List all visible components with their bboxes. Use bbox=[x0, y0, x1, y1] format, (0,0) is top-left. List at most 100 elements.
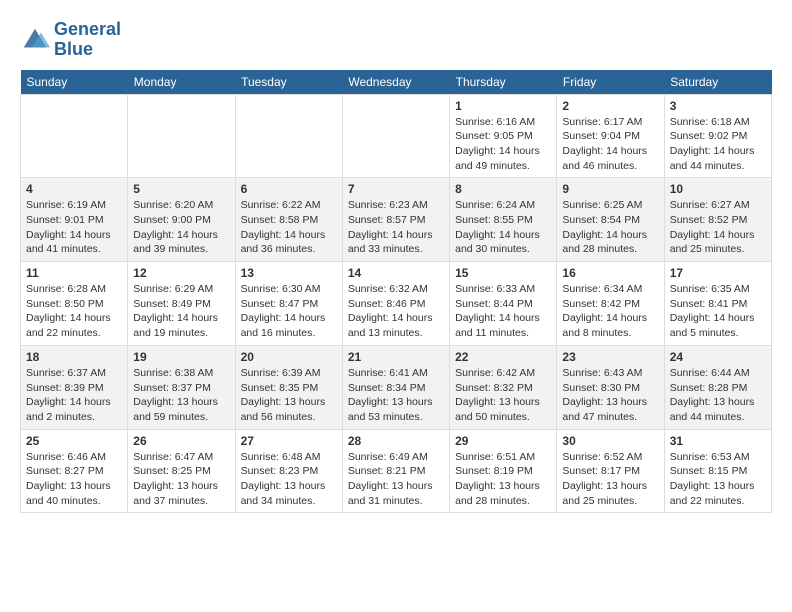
weekday-header-monday: Monday bbox=[128, 70, 235, 95]
calendar-week-1: 1 Sunrise: 6:16 AM Sunset: 9:05 PM Daylig… bbox=[21, 94, 772, 178]
calendar-cell: 6 Sunrise: 6:22 AM Sunset: 8:58 PM Daylig… bbox=[235, 178, 342, 262]
day-info: Sunrise: 6:19 AM Sunset: 9:01 PM Dayligh… bbox=[26, 198, 122, 257]
day-info: Sunrise: 6:53 AM Sunset: 8:15 PM Dayligh… bbox=[670, 450, 766, 509]
day-info: Sunrise: 6:47 AM Sunset: 8:25 PM Dayligh… bbox=[133, 450, 229, 509]
calendar-cell: 31Sunrise: 6:53 AM Sunset: 8:15 PM Dayli… bbox=[664, 429, 771, 513]
day-number: 26 bbox=[133, 434, 229, 448]
day-number: 14 bbox=[348, 266, 444, 280]
day-info: Sunrise: 6:37 AM Sunset: 8:39 PM Dayligh… bbox=[26, 366, 122, 425]
calendar-cell bbox=[128, 94, 235, 178]
day-info: Sunrise: 6:30 AM Sunset: 8:47 PM Dayligh… bbox=[241, 282, 337, 341]
calendar-cell: 16Sunrise: 6:34 AM Sunset: 8:42 PM Dayli… bbox=[557, 262, 664, 346]
day-number: 23 bbox=[562, 350, 658, 364]
weekday-header-wednesday: Wednesday bbox=[342, 70, 449, 95]
day-number: 21 bbox=[348, 350, 444, 364]
logo-icon bbox=[20, 25, 50, 55]
calendar-cell: 12Sunrise: 6:29 AM Sunset: 8:49 PM Dayli… bbox=[128, 262, 235, 346]
day-info: Sunrise: 6:33 AM Sunset: 8:44 PM Dayligh… bbox=[455, 282, 551, 341]
calendar-cell: 28 Sunrise: 6:49 AM Sunset: 8:21 PM Dayli… bbox=[342, 429, 449, 513]
day-info: Sunrise: 6:16 AM Sunset: 9:05 PM Dayligh… bbox=[455, 115, 551, 174]
day-number: 24 bbox=[670, 350, 766, 364]
day-number: 30 bbox=[562, 434, 658, 448]
day-info: Sunrise: 6:17 AM Sunset: 9:04 PM Dayligh… bbox=[562, 115, 658, 174]
day-info: Sunrise: 6:28 AM Sunset: 8:50 PM Dayligh… bbox=[26, 282, 122, 341]
calendar-cell: 18 Sunrise: 6:37 AM Sunset: 8:39 PM Dayli… bbox=[21, 345, 128, 429]
day-info: Sunrise: 6:39 AM Sunset: 8:35 PM Dayligh… bbox=[241, 366, 337, 425]
calendar-cell: 19 Sunrise: 6:38 AM Sunset: 8:37 PM Dayli… bbox=[128, 345, 235, 429]
calendar-cell: 30 Sunrise: 6:52 AM Sunset: 8:17 PM Dayli… bbox=[557, 429, 664, 513]
calendar-cell: 20 Sunrise: 6:39 AM Sunset: 8:35 PM Dayli… bbox=[235, 345, 342, 429]
weekday-header-thursday: Thursday bbox=[450, 70, 557, 95]
day-info: Sunrise: 6:44 AM Sunset: 8:28 PM Dayligh… bbox=[670, 366, 766, 425]
calendar-cell: 25 Sunrise: 6:46 AM Sunset: 8:27 PM Dayli… bbox=[21, 429, 128, 513]
calendar-cell: 11 Sunrise: 6:28 AM Sunset: 8:50 PM Dayli… bbox=[21, 262, 128, 346]
day-info: Sunrise: 6:35 AM Sunset: 8:41 PM Dayligh… bbox=[670, 282, 766, 341]
weekday-header-sunday: Sunday bbox=[21, 70, 128, 95]
calendar-week-5: 25 Sunrise: 6:46 AM Sunset: 8:27 PM Dayli… bbox=[21, 429, 772, 513]
day-number: 7 bbox=[348, 182, 444, 196]
day-number: 28 bbox=[348, 434, 444, 448]
day-number: 19 bbox=[133, 350, 229, 364]
day-info: Sunrise: 6:32 AM Sunset: 8:46 PM Dayligh… bbox=[348, 282, 444, 341]
logo: General Blue bbox=[20, 20, 121, 60]
day-info: Sunrise: 6:23 AM Sunset: 8:57 PM Dayligh… bbox=[348, 198, 444, 257]
day-number: 17 bbox=[670, 266, 766, 280]
day-info: Sunrise: 6:18 AM Sunset: 9:02 PM Dayligh… bbox=[670, 115, 766, 174]
day-number: 10 bbox=[670, 182, 766, 196]
calendar-cell bbox=[235, 94, 342, 178]
page-header: General Blue bbox=[20, 20, 772, 60]
calendar-cell: 15 Sunrise: 6:33 AM Sunset: 8:44 PM Dayli… bbox=[450, 262, 557, 346]
day-number: 27 bbox=[241, 434, 337, 448]
day-number: 8 bbox=[455, 182, 551, 196]
calendar-table: SundayMondayTuesdayWednesdayThursdayFrid… bbox=[20, 70, 772, 514]
calendar-cell: 24 Sunrise: 6:44 AM Sunset: 8:28 PM Dayli… bbox=[664, 345, 771, 429]
day-info: Sunrise: 6:46 AM Sunset: 8:27 PM Dayligh… bbox=[26, 450, 122, 509]
day-info: Sunrise: 6:49 AM Sunset: 8:21 PM Dayligh… bbox=[348, 450, 444, 509]
calendar-week-2: 4 Sunrise: 6:19 AM Sunset: 9:01 PM Daylig… bbox=[21, 178, 772, 262]
day-number: 1 bbox=[455, 99, 551, 113]
calendar-cell: 9 Sunrise: 6:25 AM Sunset: 8:54 PM Daylig… bbox=[557, 178, 664, 262]
calendar-cell: 4 Sunrise: 6:19 AM Sunset: 9:01 PM Daylig… bbox=[21, 178, 128, 262]
day-number: 13 bbox=[241, 266, 337, 280]
day-info: Sunrise: 6:22 AM Sunset: 8:58 PM Dayligh… bbox=[241, 198, 337, 257]
calendar-cell: 21 Sunrise: 6:41 AM Sunset: 8:34 PM Dayli… bbox=[342, 345, 449, 429]
calendar-cell: 27 Sunrise: 6:48 AM Sunset: 8:23 PM Dayli… bbox=[235, 429, 342, 513]
day-info: Sunrise: 6:48 AM Sunset: 8:23 PM Dayligh… bbox=[241, 450, 337, 509]
day-number: 29 bbox=[455, 434, 551, 448]
calendar-cell: 29 Sunrise: 6:51 AM Sunset: 8:19 PM Dayli… bbox=[450, 429, 557, 513]
calendar-week-4: 18 Sunrise: 6:37 AM Sunset: 8:39 PM Dayli… bbox=[21, 345, 772, 429]
day-number: 22 bbox=[455, 350, 551, 364]
day-info: Sunrise: 6:51 AM Sunset: 8:19 PM Dayligh… bbox=[455, 450, 551, 509]
calendar-cell: 3 Sunrise: 6:18 AM Sunset: 9:02 PM Daylig… bbox=[664, 94, 771, 178]
day-number: 3 bbox=[670, 99, 766, 113]
day-info: Sunrise: 6:20 AM Sunset: 9:00 PM Dayligh… bbox=[133, 198, 229, 257]
day-info: Sunrise: 6:25 AM Sunset: 8:54 PM Dayligh… bbox=[562, 198, 658, 257]
day-info: Sunrise: 6:43 AM Sunset: 8:30 PM Dayligh… bbox=[562, 366, 658, 425]
day-info: Sunrise: 6:38 AM Sunset: 8:37 PM Dayligh… bbox=[133, 366, 229, 425]
day-number: 16 bbox=[562, 266, 658, 280]
day-number: 9 bbox=[562, 182, 658, 196]
calendar-cell: 1 Sunrise: 6:16 AM Sunset: 9:05 PM Daylig… bbox=[450, 94, 557, 178]
day-number: 11 bbox=[26, 266, 122, 280]
calendar-week-3: 11 Sunrise: 6:28 AM Sunset: 8:50 PM Dayli… bbox=[21, 262, 772, 346]
day-info: Sunrise: 6:42 AM Sunset: 8:32 PM Dayligh… bbox=[455, 366, 551, 425]
calendar-cell bbox=[21, 94, 128, 178]
day-number: 18 bbox=[26, 350, 122, 364]
day-number: 20 bbox=[241, 350, 337, 364]
day-info: Sunrise: 6:29 AM Sunset: 8:49 PM Dayligh… bbox=[133, 282, 229, 341]
day-number: 2 bbox=[562, 99, 658, 113]
day-number: 6 bbox=[241, 182, 337, 196]
calendar-cell: 22 Sunrise: 6:42 AM Sunset: 8:32 PM Dayli… bbox=[450, 345, 557, 429]
calendar-cell: 7 Sunrise: 6:23 AM Sunset: 8:57 PM Daylig… bbox=[342, 178, 449, 262]
day-info: Sunrise: 6:41 AM Sunset: 8:34 PM Dayligh… bbox=[348, 366, 444, 425]
calendar-cell: 23 Sunrise: 6:43 AM Sunset: 8:30 PM Dayli… bbox=[557, 345, 664, 429]
day-number: 15 bbox=[455, 266, 551, 280]
calendar-cell: 5Sunrise: 6:20 AM Sunset: 9:00 PM Daylig… bbox=[128, 178, 235, 262]
weekday-header-row: SundayMondayTuesdayWednesdayThursdayFrid… bbox=[21, 70, 772, 95]
weekday-header-tuesday: Tuesday bbox=[235, 70, 342, 95]
day-number: 4 bbox=[26, 182, 122, 196]
weekday-header-friday: Friday bbox=[557, 70, 664, 95]
calendar-cell: 14 Sunrise: 6:32 AM Sunset: 8:46 PM Dayli… bbox=[342, 262, 449, 346]
day-number: 25 bbox=[26, 434, 122, 448]
day-info: Sunrise: 6:52 AM Sunset: 8:17 PM Dayligh… bbox=[562, 450, 658, 509]
